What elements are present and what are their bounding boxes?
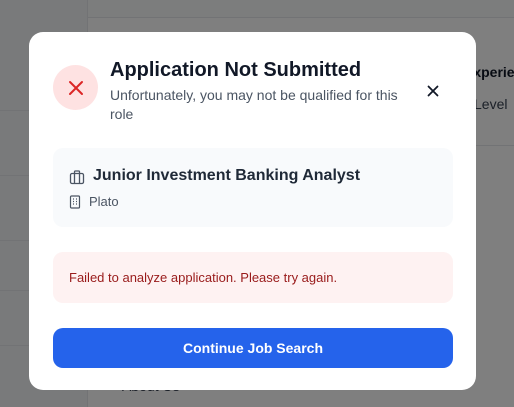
x-icon <box>68 80 83 95</box>
dialog-title: Application Not Submitted <box>110 59 362 81</box>
close-button[interactable] <box>422 80 444 102</box>
dialog-subtitle: Unfortunately, you may not be qualified … <box>110 87 398 122</box>
building-icon <box>69 195 81 209</box>
error-alert: Failed to analyze application. Please tr… <box>53 252 453 303</box>
company-name: Plato <box>89 194 119 209</box>
error-status-icon-wrapper <box>53 65 98 110</box>
application-status-dialog: Application Not Submitted Unfortunately,… <box>29 32 476 390</box>
error-message: Failed to analyze application. Please tr… <box>69 270 338 285</box>
continue-job-search-button[interactable]: Continue Job Search <box>53 328 453 368</box>
job-summary-card: Junior Investment Banking Analyst Plato <box>53 148 453 227</box>
briefcase-icon <box>69 170 85 185</box>
close-icon <box>427 85 439 97</box>
job-title: Junior Investment Banking Analyst <box>93 167 361 184</box>
